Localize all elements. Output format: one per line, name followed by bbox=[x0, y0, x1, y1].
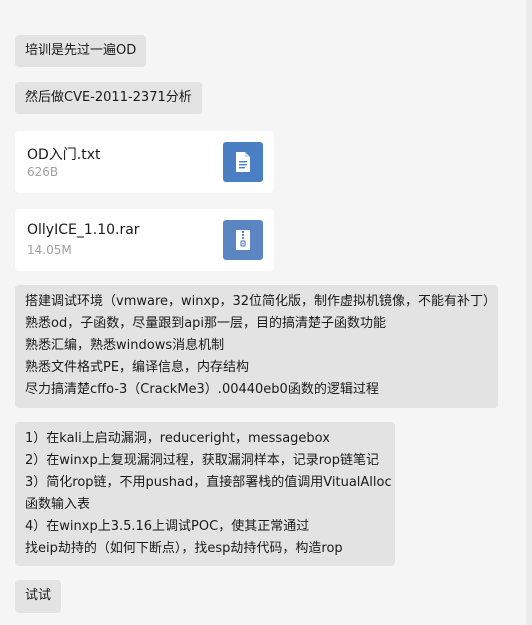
message-line: 3）简化rop链，不用pushad，直接部署栈的值调用VitualAlloc bbox=[25, 475, 392, 490]
file-name: OllyICE_1.10.rar bbox=[27, 222, 140, 238]
file-size: 626B bbox=[27, 165, 59, 179]
message-bubble[interactable]: 搭建调试环境（vmware，winxp，32位简化版，制作虚拟机镜像，不能有补丁… bbox=[15, 285, 498, 408]
message-line: 函数输入表 bbox=[25, 497, 91, 512]
file-attachment[interactable]: OllyICE_1.10.rar 14.05M bbox=[15, 209, 274, 271]
message-line: 熟悉od，子函数，尽量跟到api那一层，目的搞清楚子函数功能 bbox=[25, 316, 387, 331]
message-bubble[interactable]: 然后做CVE-2011-2371分析 bbox=[15, 82, 202, 114]
file-name: OD入门.txt bbox=[27, 147, 101, 163]
archive-file-icon bbox=[223, 220, 263, 260]
message-text: 培训是先过一遍OD bbox=[25, 43, 137, 58]
message-line: 熟悉汇编，熟悉windows消息机制 bbox=[25, 338, 225, 353]
message-line: 尽力搞清楚cffo-3（CrackMe3）.00440eb0函数的逻辑过程 bbox=[25, 382, 379, 397]
message-text: 然后做CVE-2011-2371分析 bbox=[25, 90, 192, 105]
message-bubble[interactable]: 1）在kali上启动漏洞，reduceright，messagebox 2）在w… bbox=[15, 422, 395, 566]
message-line: 找eip劫持的（如何下断点），找esp劫持代码，构造rop bbox=[25, 541, 343, 556]
message-line: 1）在kali上启动漏洞，reduceright，messagebox bbox=[25, 431, 330, 446]
message-line: 熟悉文件格式PE，编译信息，内存结构 bbox=[25, 360, 250, 375]
text-file-icon bbox=[223, 142, 263, 182]
message-line: 4）在winxp上3.5.16上调试POC，使其正常通过 bbox=[25, 519, 310, 534]
chat-message-list: 培训是先过一遍OD 然后做CVE-2011-2371分析 OD入门.txt 62… bbox=[0, 0, 532, 625]
file-attachment[interactable]: OD入门.txt 626B bbox=[15, 131, 274, 193]
message-bubble[interactable]: 培训是先过一遍OD bbox=[15, 35, 147, 67]
message-bubble[interactable]: 试试 bbox=[15, 580, 62, 613]
message-line: 2）在winxp上复现漏洞过程，获取漏洞样本，记录rop链笔记 bbox=[25, 453, 379, 468]
file-size: 14.05M bbox=[27, 243, 72, 257]
message-line: 搭建调试环境（vmware，winxp，32位简化版，制作虚拟机镜像，不能有补丁… bbox=[25, 294, 496, 309]
message-text: 试试 bbox=[25, 588, 52, 603]
scroll-edge bbox=[526, 0, 532, 625]
